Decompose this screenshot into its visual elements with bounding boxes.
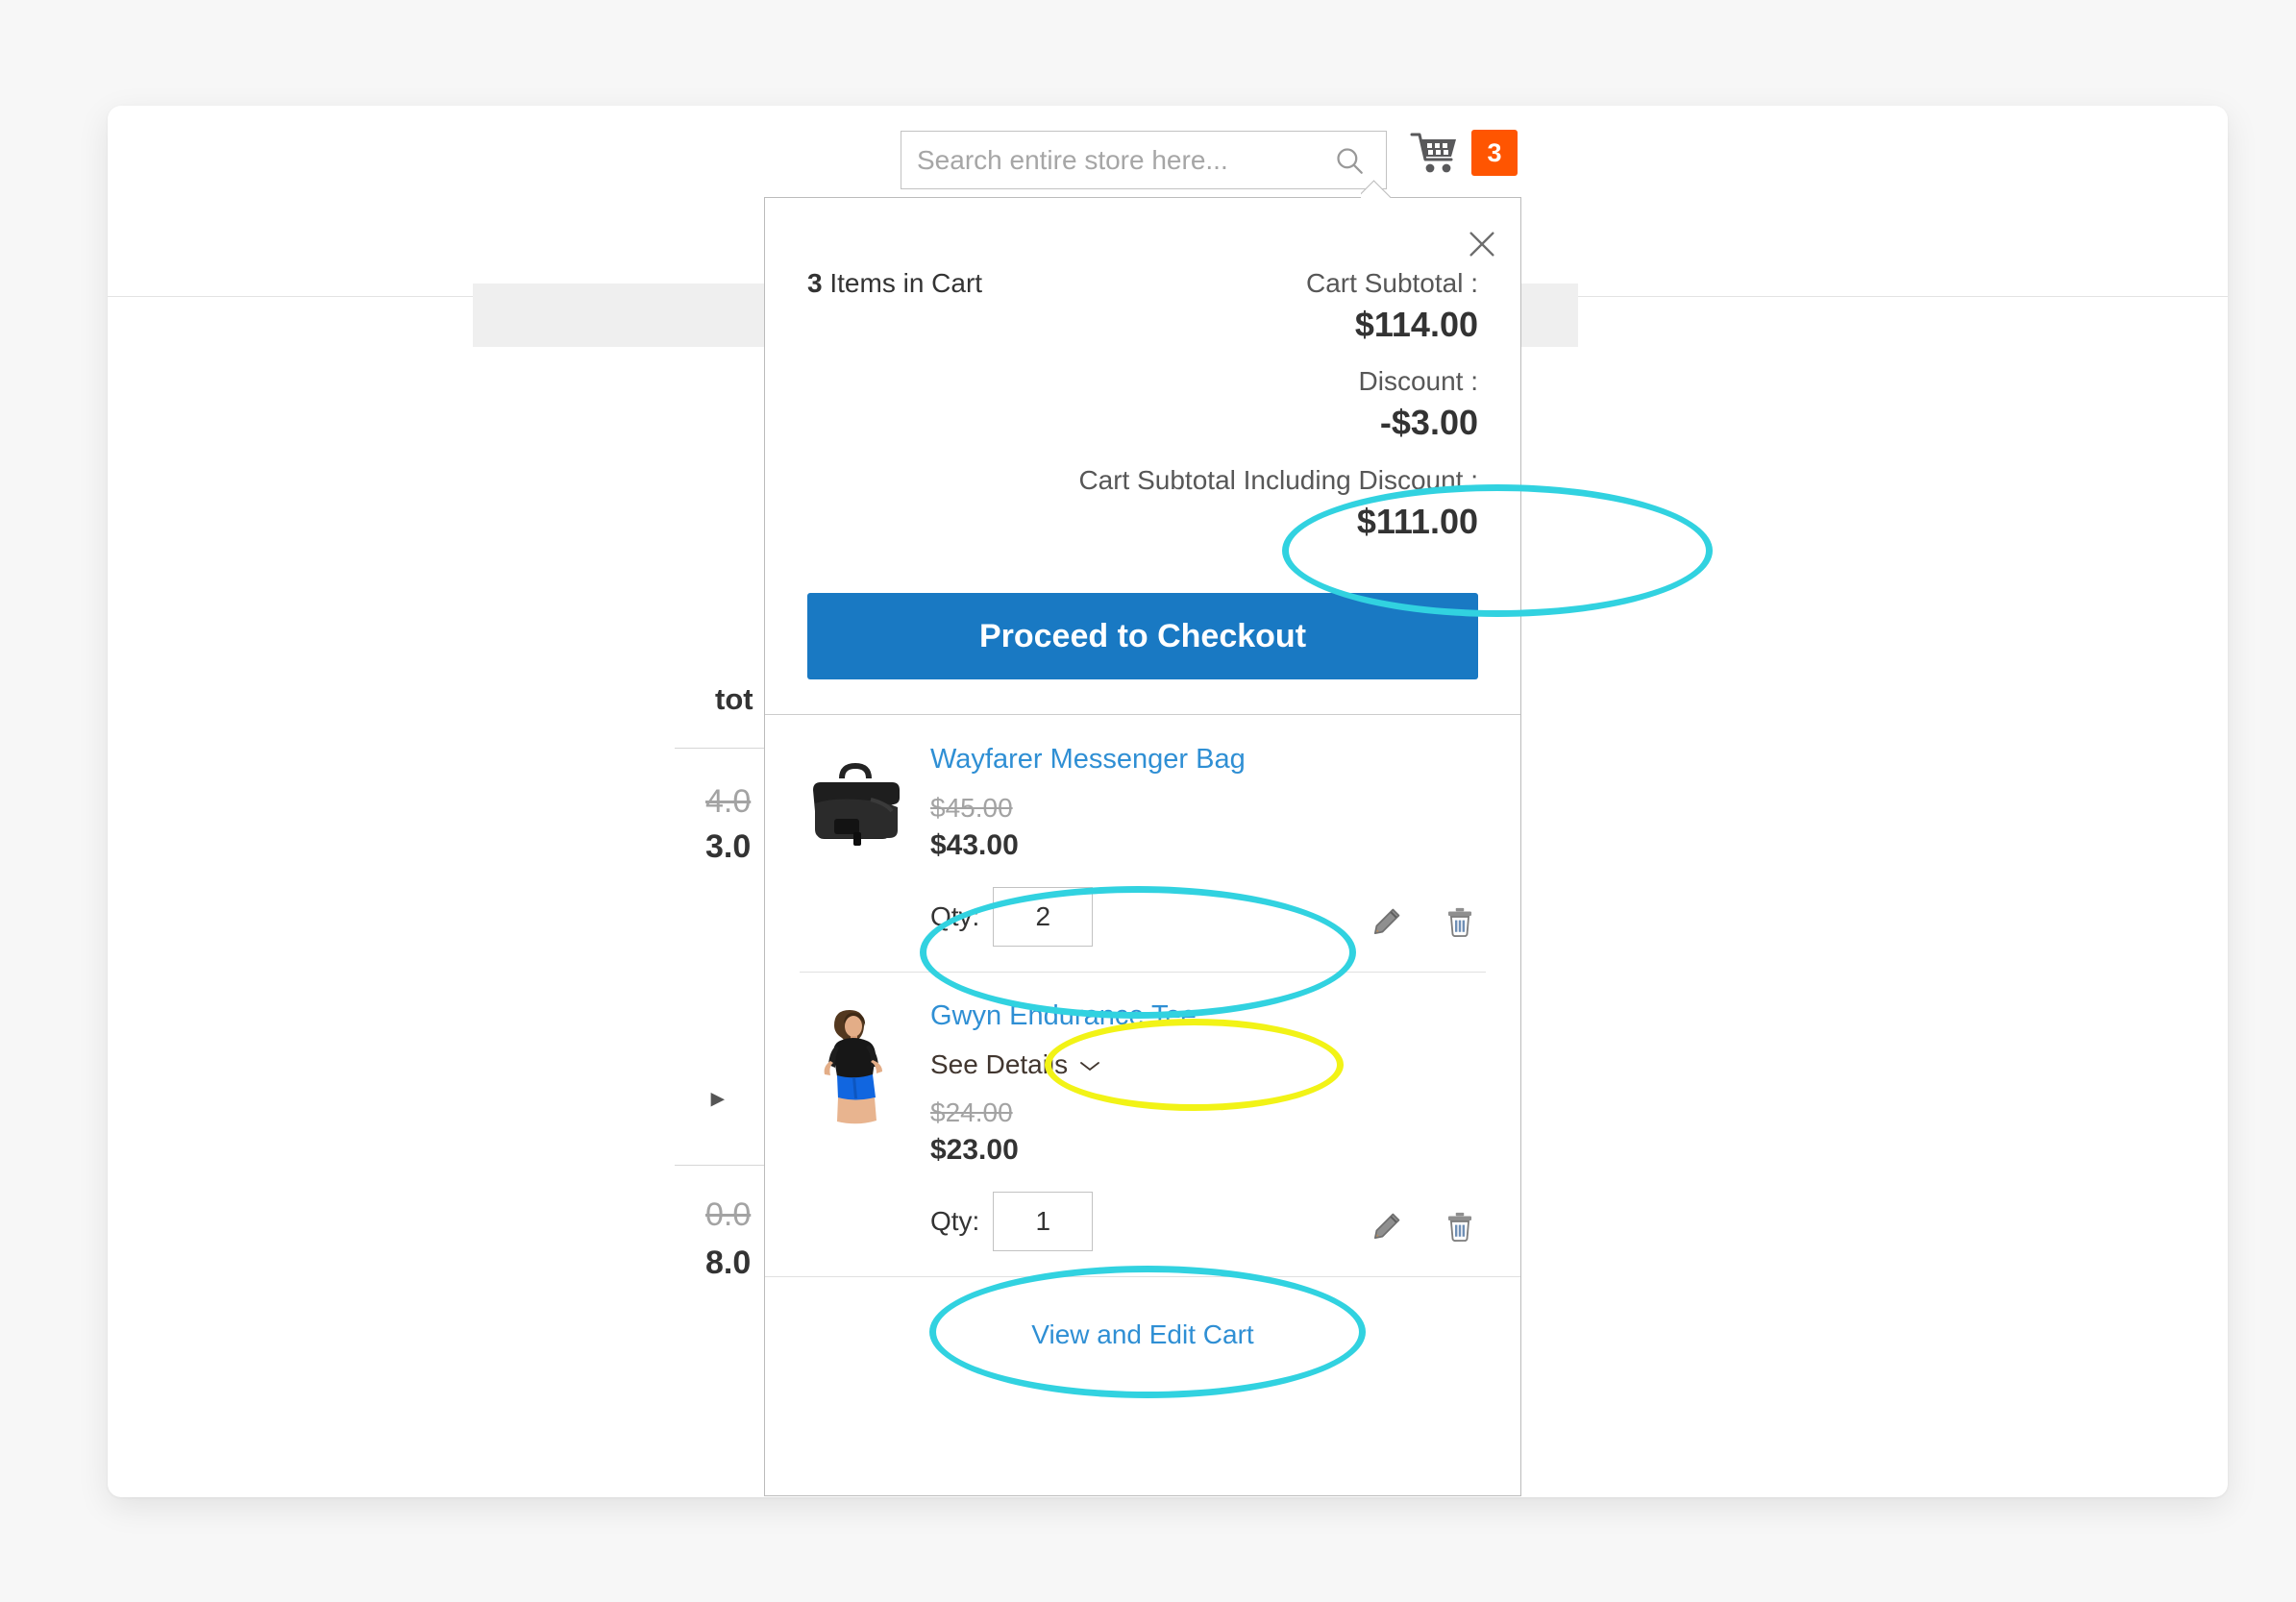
items-in-cart-label: Items in Cart: [829, 268, 983, 298]
tee-shirt-model-thumbnail[interactable]: [805, 1000, 909, 1128]
cart-item-counter: 3: [1471, 130, 1518, 176]
see-details-label: See Details: [930, 1049, 1069, 1080]
cart-item-name-link[interactable]: Gwyn Endurance Tee: [930, 1000, 1480, 1032]
cart-item-list: Wayfarer Messenger Bag $45.00 $43.00 Qty…: [765, 715, 1520, 1276]
search-box[interactable]: [901, 131, 1387, 189]
mini-cart-popup: 3 Items in Cart Cart Subtotal : $114.00 …: [764, 197, 1521, 1496]
cart-item: Gwyn Endurance Tee See Details $24.00 $2…: [765, 972, 1520, 1276]
background-old-price-1: 4.0: [705, 783, 752, 820]
cart-item-old-price: $24.00: [930, 1097, 1013, 1128]
cart-item-old-price: $45.00: [930, 793, 1013, 824]
search-input[interactable]: [901, 132, 1321, 188]
cart-totals: Cart Subtotal : $114.00 Discount : -$3.0…: [982, 265, 1478, 560]
subtotal-including-discount-value: $111.00: [1356, 501, 1478, 541]
cart-summary: 3 Items in Cart Cart Subtotal : $114.00 …: [765, 198, 1520, 560]
pencil-edit-icon[interactable]: [1370, 1209, 1403, 1244]
cart-item-name-link[interactable]: Wayfarer Messenger Bag: [930, 744, 1480, 776]
pencil-edit-icon[interactable]: [1370, 904, 1403, 939]
trash-delete-icon[interactable]: [1444, 1209, 1476, 1244]
background-old-price-2: 0.0: [705, 1196, 752, 1233]
background-bullet: ▸: [711, 1083, 725, 1112]
see-details-toggle[interactable]: See Details: [930, 1049, 1102, 1080]
quantity-label: Qty:: [930, 901, 980, 932]
trash-delete-icon[interactable]: [1444, 904, 1476, 939]
messenger-bag-thumbnail[interactable]: [805, 744, 909, 872]
background-grey-panel-right: [1520, 283, 1578, 347]
quantity-input[interactable]: [993, 887, 1094, 948]
discount-value: -$3.00: [1379, 403, 1478, 443]
cart-item-price: $23.00: [930, 1134, 1019, 1167]
cart-item-price: $43.00: [930, 829, 1019, 862]
mini-cart-pointer-arrow: [1361, 180, 1395, 198]
background-new-price-2: 8.0: [705, 1245, 752, 1281]
cart-subtotal-label: Cart Subtotal :: [1306, 268, 1478, 298]
discount-label: Discount :: [1358, 366, 1479, 397]
cart-item: Wayfarer Messenger Bag $45.00 $43.00 Qty…: [765, 715, 1520, 972]
items-in-cart-text: 3 Items in Cart: [807, 268, 982, 299]
items-in-cart-count: 3: [807, 268, 823, 298]
cart-subtotal-value: $114.00: [1354, 304, 1478, 344]
quantity-input[interactable]: [993, 1192, 1094, 1252]
proceed-to-checkout-button[interactable]: Proceed to Checkout: [807, 593, 1478, 680]
cart-footer: View and Edit Cart: [765, 1276, 1520, 1389]
subtotal-including-discount-label: Cart Subtotal Including Discount :: [1078, 464, 1478, 495]
quantity-label: Qty:: [930, 1206, 980, 1237]
shopping-cart-icon[interactable]: [1410, 131, 1460, 175]
view-and-edit-cart-link[interactable]: View and Edit Cart: [1031, 1319, 1253, 1349]
browser-page-card: 3 tot 4.0 3.0 ▸ 0.0 8.0 3 Items in Cart: [108, 106, 2228, 1497]
cart-item-actions: [1370, 1209, 1476, 1244]
cart-summary-button[interactable]: 3: [1410, 130, 1518, 176]
cart-item-actions: [1370, 904, 1476, 939]
background-new-price-1: 3.0: [705, 828, 752, 865]
chevron-down-icon: [1077, 1049, 1102, 1080]
background-total-label: tot: [715, 682, 753, 716]
cart-item-divider: [800, 972, 1486, 974]
